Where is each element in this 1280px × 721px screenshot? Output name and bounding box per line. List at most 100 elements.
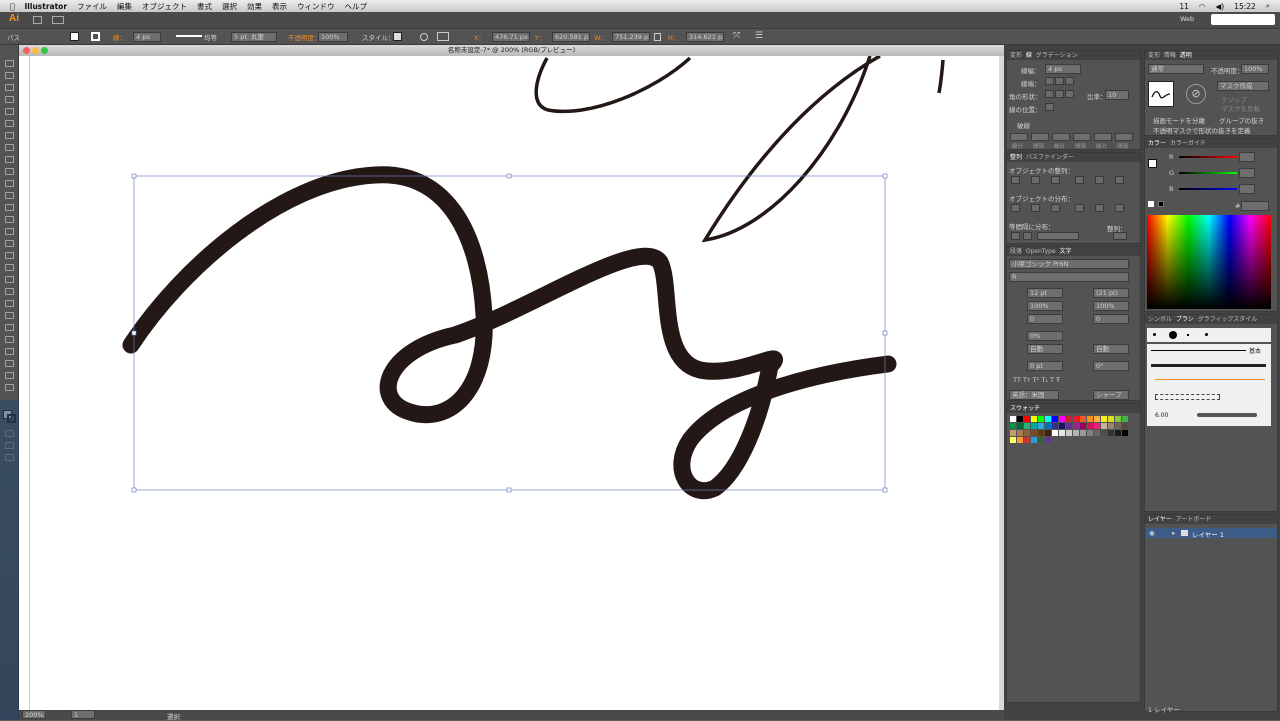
swatches-panel-tabs[interactable]: スウォッチ xyxy=(1007,404,1140,413)
color-swatch[interactable] xyxy=(1017,423,1023,429)
menu-edit[interactable]: 編集 xyxy=(117,1,132,12)
font-size-field[interactable]: 12 pt xyxy=(1027,288,1063,298)
minimize-window-icon[interactable] xyxy=(32,47,39,54)
menu-object[interactable]: オブジェクト xyxy=(142,1,187,12)
character-panel-tabs[interactable]: 段落 OpenType 文字 xyxy=(1007,247,1140,256)
shape-builder-tool-icon[interactable] xyxy=(5,252,14,259)
object-thumbnail[interactable] xyxy=(1148,81,1174,107)
color-swatch[interactable] xyxy=(1045,430,1051,436)
eraser-tool-icon[interactable] xyxy=(5,192,14,199)
projecting-cap-button[interactable] xyxy=(1065,77,1074,85)
volume-icon[interactable]: ◀) xyxy=(1215,2,1224,11)
expand-layer-icon[interactable]: ▸ xyxy=(1172,529,1175,537)
brush-dot-large-icon[interactable] xyxy=(1169,331,1177,339)
recolor-artwork-icon[interactable] xyxy=(420,33,428,41)
color-swatch[interactable] xyxy=(1087,423,1093,429)
color-swatch[interactable] xyxy=(1073,416,1079,422)
text-style-buttons[interactable]: TT Tт T¹ T₁ T Ŧ xyxy=(1013,376,1060,384)
distribute-left-button[interactable] xyxy=(1075,204,1084,212)
color-swatch[interactable] xyxy=(1080,423,1086,429)
charcoal-brush-stroke[interactable] xyxy=(1151,364,1266,367)
tab-graphic-styles[interactable]: グラフィックスタイル xyxy=(1198,316,1258,323)
color-swatch[interactable] xyxy=(1122,423,1128,429)
slice-tool-icon[interactable] xyxy=(5,360,14,367)
dash-field-3[interactable] xyxy=(1094,133,1112,141)
column-graph-tool-icon[interactable] xyxy=(5,336,14,343)
color-swatch[interactable] xyxy=(1038,430,1044,436)
blob-brush-tool-icon[interactable] xyxy=(5,180,14,187)
stroke-weight-field[interactable]: 4 px xyxy=(133,32,161,42)
direct-selection-tool-icon[interactable] xyxy=(5,72,14,79)
color-swatch[interactable] xyxy=(1031,423,1037,429)
menu-help[interactable]: ヘルプ xyxy=(345,1,368,12)
distribute-bottom-button[interactable] xyxy=(1051,204,1060,212)
color-swatch[interactable] xyxy=(1052,430,1058,436)
menu-file[interactable]: ファイル xyxy=(77,1,107,12)
close-window-icon[interactable] xyxy=(23,47,30,54)
app-menu[interactable]: Illustrator xyxy=(25,2,68,11)
baseline-shift-field[interactable]: 0 pt xyxy=(1027,361,1063,371)
color-swatch[interactable] xyxy=(1038,423,1044,429)
color-swatch[interactable] xyxy=(1024,430,1030,436)
stroke-panel-tabs[interactable]: 変形 線 グラデーション xyxy=(1007,51,1140,60)
pen-tool-icon[interactable] xyxy=(5,108,14,115)
scale-tool-icon[interactable] xyxy=(5,216,14,223)
round-join-button[interactable] xyxy=(1055,90,1064,98)
bridge-icon[interactable] xyxy=(33,16,42,24)
tab-character[interactable]: 文字 xyxy=(1059,248,1071,255)
line-tool-icon[interactable] xyxy=(5,132,14,139)
hand-tool-icon[interactable] xyxy=(5,372,14,379)
color-swatch[interactable] xyxy=(1052,423,1058,429)
black-quick-swatch[interactable] xyxy=(1158,201,1164,207)
battery-status[interactable]: 11 xyxy=(1179,2,1189,11)
symbol-sprayer-tool-icon[interactable] xyxy=(5,324,14,331)
h-label[interactable]: H： xyxy=(668,32,679,42)
color-swatch[interactable] xyxy=(1108,423,1114,429)
paintbrush-tool-icon[interactable] xyxy=(5,156,14,163)
dashed-line-label[interactable]: 破線 xyxy=(1017,120,1030,130)
tab-appearance[interactable]: 変形 xyxy=(1010,52,1022,59)
brush-dot-tiny-icon[interactable] xyxy=(1187,334,1189,336)
menu-window[interactable]: ウィンドウ xyxy=(297,1,335,12)
miter-join-button[interactable] xyxy=(1045,90,1054,98)
g-value-field[interactable] xyxy=(1239,168,1255,178)
color-swatch[interactable] xyxy=(1038,437,1044,443)
layer-row[interactable]: ◉ ▸ レイヤー 1 xyxy=(1146,528,1277,539)
color-swatch[interactable] xyxy=(1087,430,1093,436)
brush-list[interactable]: 基本 6.00 xyxy=(1147,344,1271,426)
dash-field-1[interactable] xyxy=(1010,133,1028,141)
font-style-field[interactable]: R xyxy=(1009,272,1129,282)
color-swatch[interactable] xyxy=(1108,430,1114,436)
pattern-brush-stroke[interactable] xyxy=(1155,394,1220,400)
artboard-number-field[interactable]: 1 xyxy=(71,710,95,719)
x-label[interactable]: X： xyxy=(474,32,485,42)
color-swatch[interactable] xyxy=(1080,416,1086,422)
color-swatch[interactable] xyxy=(1101,430,1107,436)
color-swatch[interactable] xyxy=(1101,416,1107,422)
workspace-switcher[interactable]: Web xyxy=(1180,15,1194,23)
color-swatch[interactable] xyxy=(1010,430,1016,436)
distribute-right-button[interactable] xyxy=(1115,204,1124,212)
color-swatch[interactable] xyxy=(1122,416,1128,422)
brush-dot-mid-icon[interactable] xyxy=(1205,333,1208,336)
x-field[interactable]: 476.71 px xyxy=(492,32,530,42)
tab-brushes[interactable]: ブラシ xyxy=(1176,316,1194,323)
y-field[interactable]: 620.581 px xyxy=(552,32,590,42)
apple-menu-icon[interactable]:  xyxy=(10,2,15,11)
blend-tool-icon[interactable] xyxy=(5,312,14,319)
color-swatch[interactable] xyxy=(1031,430,1037,436)
gradient-tool-icon[interactable] xyxy=(5,288,14,295)
b-slider[interactable] xyxy=(1179,188,1237,190)
color-swatch[interactable] xyxy=(1052,416,1058,422)
font-family-field[interactable]: 小塚ゴシック Pr6N xyxy=(1009,259,1129,269)
gap-field-3[interactable] xyxy=(1115,133,1133,141)
color-swatch[interactable] xyxy=(1080,430,1086,436)
align-left-button[interactable] xyxy=(1011,176,1020,184)
zoom-window-icon[interactable] xyxy=(41,47,48,54)
lasso-tool-icon[interactable] xyxy=(5,96,14,103)
color-spectrum[interactable] xyxy=(1147,215,1271,309)
zoom-tool-icon[interactable] xyxy=(5,384,14,391)
menu-type[interactable]: 書式 xyxy=(197,1,212,12)
color-swatch[interactable] xyxy=(1087,416,1093,422)
constrain-link-icon[interactable] xyxy=(654,33,661,41)
